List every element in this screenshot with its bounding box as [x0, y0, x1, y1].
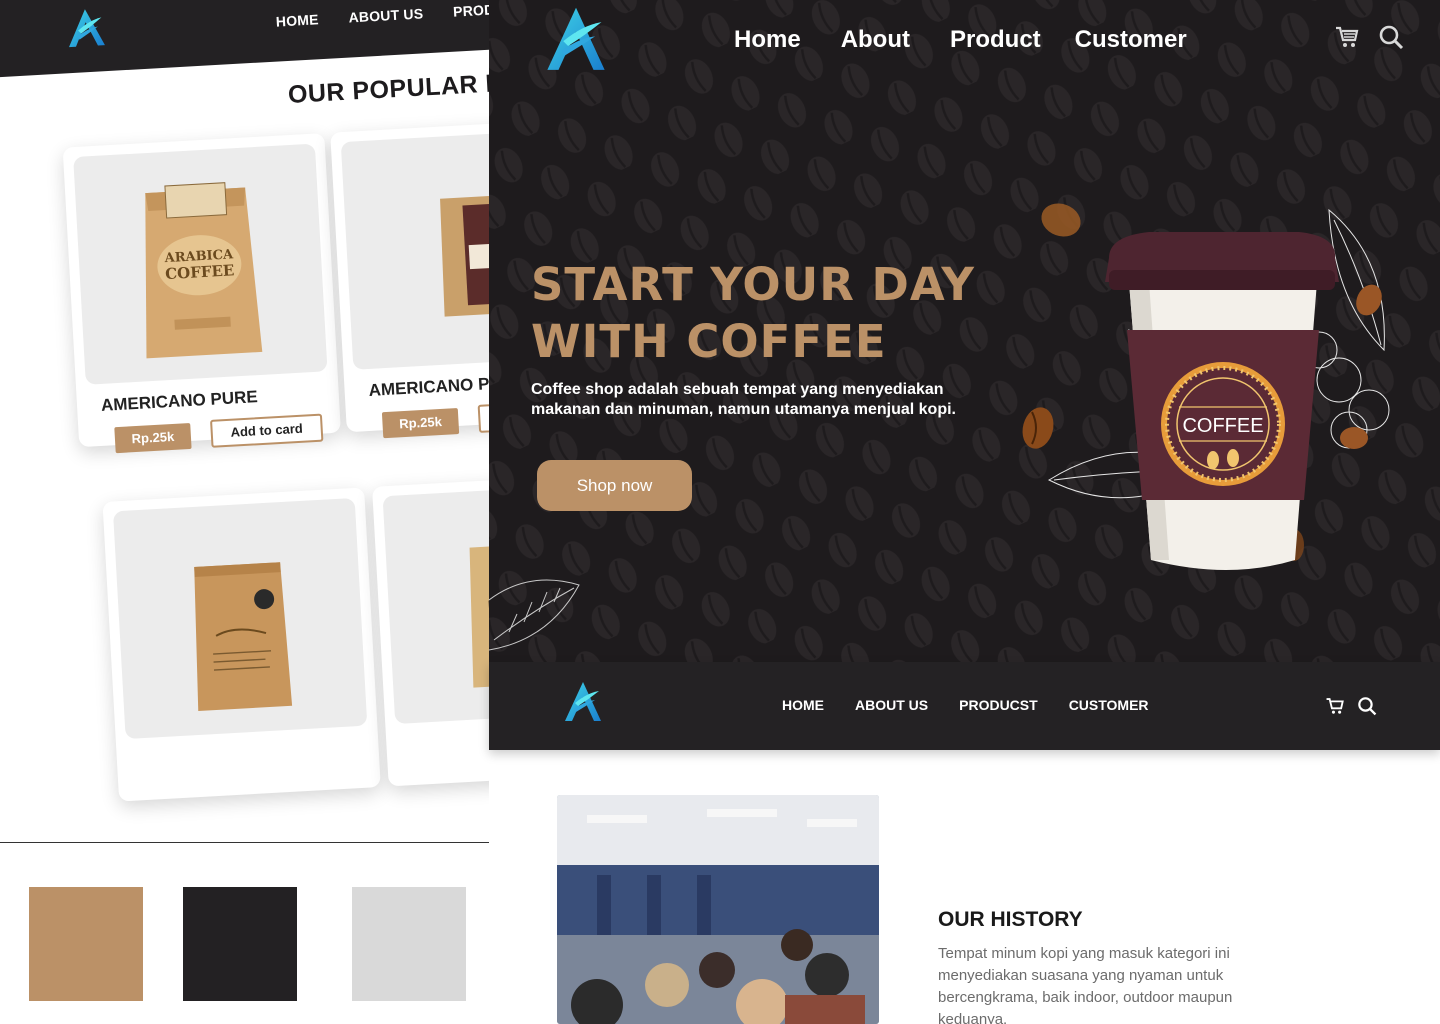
add-to-cart-button[interactable]: Add to card	[210, 413, 324, 448]
mockup-nav-about[interactable]: ABOUT US	[348, 5, 423, 25]
nav-product[interactable]: Product	[950, 26, 1041, 54]
product-card[interactable]: ARABICA COFFEE AMERICANO PURE Rp.25k Add…	[62, 133, 341, 454]
add-to-cart-button[interactable]: A	[477, 398, 489, 433]
product-image	[340, 128, 489, 370]
product-card[interactable]	[102, 487, 381, 802]
hero-section: COFFEE Home About Product Customer START…	[489, 0, 1440, 662]
secondary-navbar: HOME ABOUT US PRODUCST CUSTOMER	[489, 662, 1440, 750]
coffee-bag-icon: ARABICA COFFEE	[145, 182, 263, 359]
product-image	[382, 482, 489, 725]
shop-now-button[interactable]: Shop now	[537, 460, 692, 511]
secondary-nav-icons	[1325, 696, 1377, 716]
product-name: AMERICANO P	[368, 374, 489, 400]
product-name: AMERICANO PURE	[100, 387, 259, 415]
hero-nav: Home About Product Customer	[734, 26, 1227, 54]
product-image	[112, 497, 368, 740]
mockup-nav-product[interactable]: PROD	[453, 1, 489, 19]
hero-title-line-2: WITH COFFEE	[531, 315, 887, 368]
product-image: ARABICA COFFEE	[73, 143, 328, 385]
product-card[interactable]	[372, 472, 489, 787]
product-price: Rp.25k	[114, 422, 192, 454]
cart-icon[interactable]	[1325, 696, 1345, 716]
hero-nav-icons	[1334, 24, 1404, 50]
hero-description: Coffee shop adalah sebuah tempat yang me…	[531, 381, 956, 418]
section-title: OUR POPULAR P	[287, 69, 489, 109]
product-card[interactable]: AMERICANO P Rp.25k A	[330, 118, 489, 439]
hero-title-line-1: START YOUR DAY	[531, 258, 975, 311]
divider	[0, 842, 489, 843]
search-icon[interactable]	[1357, 696, 1377, 716]
color-swatch-dark	[183, 887, 297, 1001]
popular-products-mockup: HOME ABOUT US PROD OUR POPULAR P ARABICA…	[0, 0, 489, 845]
nav-about[interactable]: About	[841, 26, 910, 54]
nav2-product[interactable]: PRODUCST	[959, 697, 1038, 713]
nav-customer[interactable]: Customer	[1075, 26, 1187, 54]
brand-logo-icon[interactable]	[561, 678, 605, 724]
hero-title: START YOUR DAY WITH COFFEE	[531, 256, 975, 370]
history-text: Tempat minum kopi yang masuk kategori in…	[938, 945, 1233, 1024]
brand-logo-icon[interactable]	[541, 2, 611, 74]
mockup-navbar: HOME ABOUT US PROD	[0, 0, 489, 78]
coffee-pouch-icon	[194, 562, 293, 711]
nav2-home[interactable]: HOME	[782, 697, 824, 713]
mockup-nav-home[interactable]: HOME	[275, 11, 319, 29]
search-icon[interactable]	[1378, 24, 1404, 50]
page: HOME ABOUT US PROD OUR POPULAR P ARABICA…	[0, 0, 1440, 1024]
color-swatch-gray	[352, 887, 466, 1001]
svg-text:COFFEE: COFFEE	[165, 261, 235, 283]
cup-label: COFFEE	[1182, 415, 1263, 437]
history-title: OUR HISTORY	[938, 908, 1083, 931]
coffee-bag-icon	[469, 543, 489, 688]
team-photo	[557, 795, 879, 1024]
secondary-nav-menu: HOME ABOUT US PRODUCST CUSTOMER	[782, 697, 1180, 713]
mockup-menu: HOME ABOUT US PROD	[275, 1, 489, 29]
nav2-about-us[interactable]: ABOUT US	[855, 697, 928, 713]
nav-home[interactable]: Home	[734, 26, 801, 54]
cart-icon[interactable]	[1334, 24, 1360, 50]
coffee-bag-icon	[440, 195, 489, 317]
brand-logo-icon[interactable]	[63, 5, 109, 51]
nav2-customer[interactable]: CUSTOMER	[1069, 697, 1149, 713]
color-swatch-brown	[29, 887, 143, 1001]
tilted-page: HOME ABOUT US PROD OUR POPULAR P ARABICA…	[0, 0, 489, 802]
product-price: Rp.25k	[381, 408, 460, 439]
